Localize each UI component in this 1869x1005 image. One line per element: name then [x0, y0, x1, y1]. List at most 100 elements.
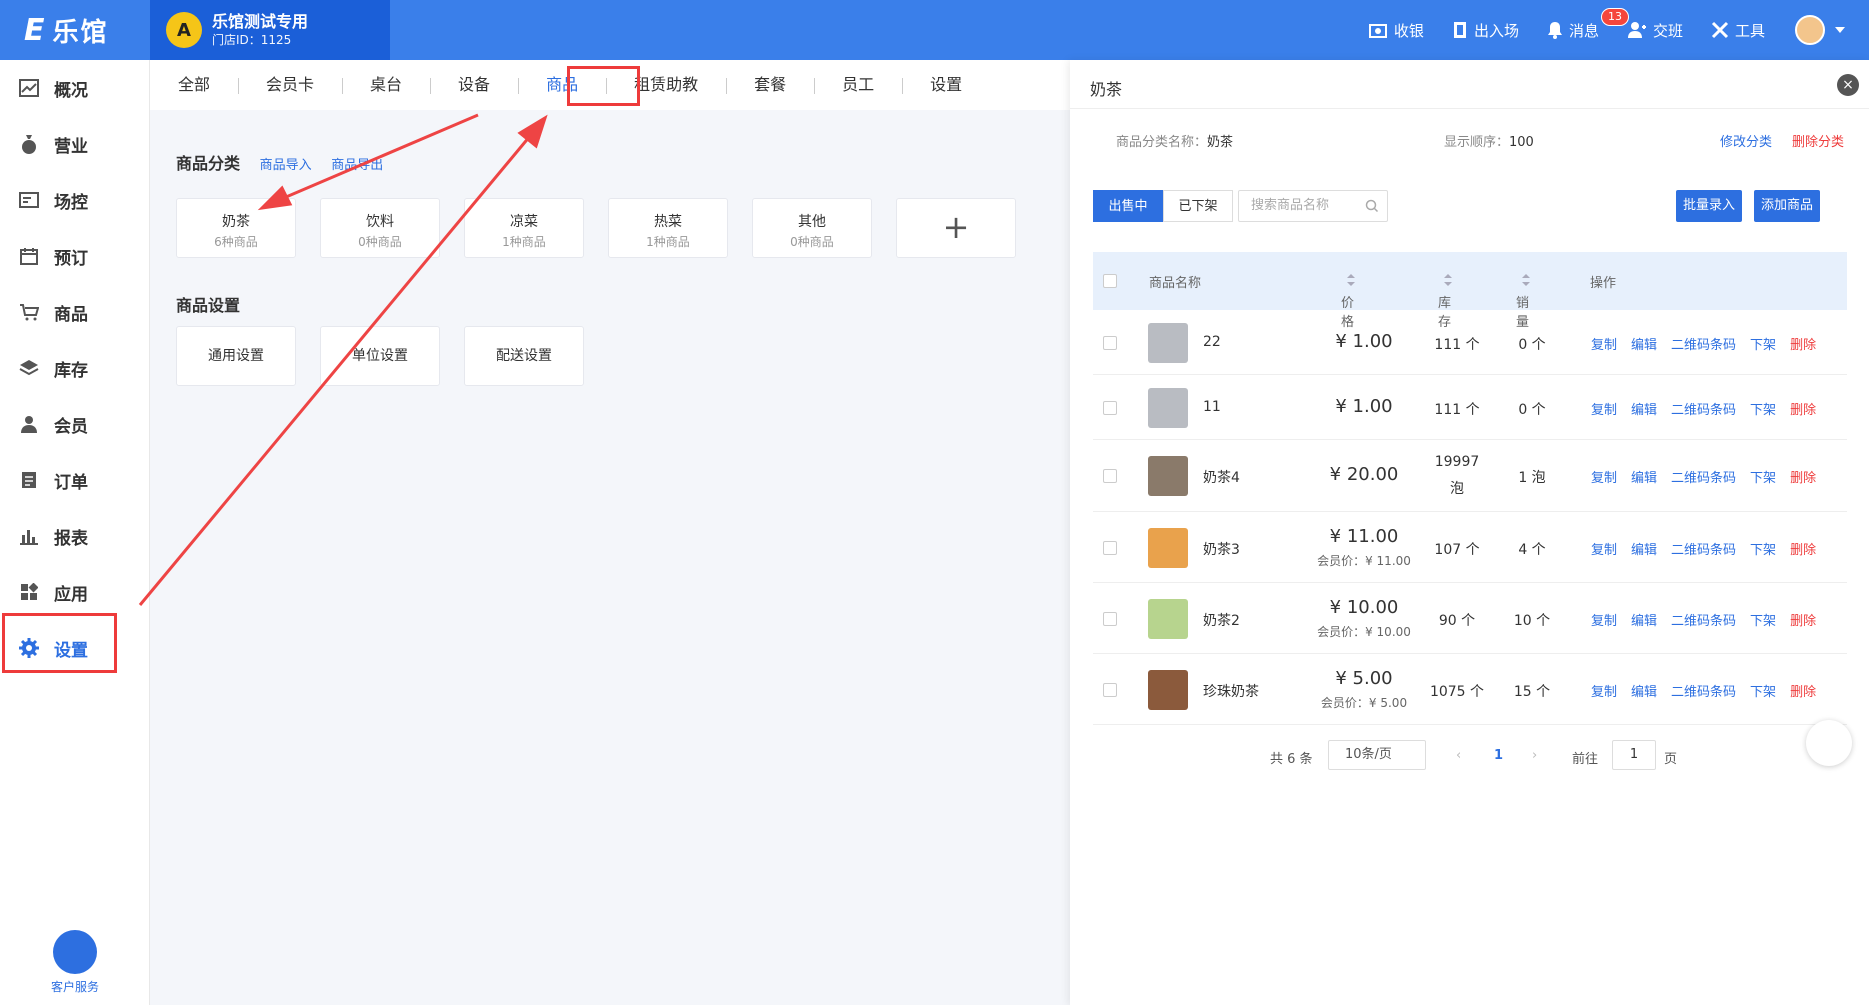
- unit-settings-card[interactable]: 单位设置: [320, 326, 440, 386]
- sidebar-item-overview[interactable]: 概况: [0, 60, 149, 116]
- off-shelf-tab[interactable]: 已下架: [1163, 190, 1233, 222]
- category-card-hot-dish[interactable]: 热菜 1种商品: [608, 198, 728, 258]
- qrcode-button[interactable]: 二维码条码: [1671, 610, 1736, 629]
- logo-text: 乐馆: [52, 17, 109, 48]
- page-size-select[interactable]: 10条/页: [1328, 740, 1426, 770]
- sidebar-item-booking[interactable]: 预订: [0, 228, 149, 284]
- general-settings-card[interactable]: 通用设置: [176, 326, 296, 386]
- tab-package[interactable]: 套餐: [726, 60, 814, 110]
- tab-staff[interactable]: 员工: [814, 60, 902, 110]
- goto-page-input[interactable]: 1: [1612, 740, 1656, 770]
- tool-entry[interactable]: 出入场: [1452, 20, 1519, 41]
- product-search-input[interactable]: 搜索商品名称: [1238, 190, 1388, 222]
- row-checkbox[interactable]: [1103, 540, 1117, 555]
- copy-button[interactable]: 复制: [1591, 399, 1617, 418]
- assistant-avatar-icon[interactable]: [1806, 720, 1852, 766]
- row-checkbox[interactable]: [1103, 469, 1117, 483]
- qrcode-button[interactable]: 二维码条码: [1671, 467, 1736, 486]
- on-sale-tab[interactable]: 出售中: [1093, 190, 1163, 222]
- copy-button[interactable]: 复制: [1591, 467, 1617, 486]
- row-checkbox[interactable]: [1103, 611, 1117, 626]
- delete-button[interactable]: 删除: [1790, 334, 1816, 353]
- sidebar-item-label: 商品: [54, 304, 88, 325]
- edit-button[interactable]: 编辑: [1631, 610, 1657, 629]
- unlist-button[interactable]: 下架: [1750, 399, 1776, 418]
- unlist-button[interactable]: 下架: [1750, 610, 1776, 629]
- tool-handover[interactable]: 交班: [1627, 20, 1683, 41]
- app-logo[interactable]: E 乐馆: [0, 0, 150, 60]
- sidebar-item-orders[interactable]: 订单: [0, 452, 149, 508]
- tool-cashier[interactable]: 收银: [1368, 20, 1424, 41]
- chevron-down-icon[interactable]: [1835, 27, 1845, 33]
- edit-category-link[interactable]: 修改分类: [1720, 131, 1772, 150]
- tab-table[interactable]: 桌台: [342, 60, 430, 110]
- delivery-settings-card[interactable]: 配送设置: [464, 326, 584, 386]
- qrcode-button[interactable]: 二维码条码: [1671, 399, 1736, 418]
- export-link[interactable]: 商品导出: [331, 158, 383, 173]
- user-avatar[interactable]: [1795, 15, 1825, 45]
- unlist-button[interactable]: 下架: [1750, 467, 1776, 486]
- sidebar-item-goods[interactable]: 商品: [0, 284, 149, 340]
- category-card-milk-tea[interactable]: 奶茶 6种商品: [176, 198, 296, 258]
- page-number[interactable]: 1: [1494, 748, 1503, 763]
- qrcode-button[interactable]: 二维码条码: [1671, 681, 1736, 700]
- batch-entry-button[interactable]: 批量录入: [1676, 190, 1742, 222]
- copy-button[interactable]: 复制: [1591, 539, 1617, 558]
- col-price[interactable]: 价格: [1341, 272, 1355, 330]
- customer-service[interactable]: 客户服务: [0, 930, 150, 995]
- copy-button[interactable]: 复制: [1591, 610, 1617, 629]
- edit-button[interactable]: 编辑: [1631, 681, 1657, 700]
- product-name: 珍珠奶茶: [1203, 683, 1259, 700]
- sidebar-item-member[interactable]: 会员: [0, 396, 149, 452]
- edit-button[interactable]: 编辑: [1631, 539, 1657, 558]
- close-icon[interactable]: ×: [1837, 74, 1859, 96]
- category-card-cold-dish[interactable]: 凉菜 1种商品: [464, 198, 584, 258]
- unlist-button[interactable]: 下架: [1750, 681, 1776, 700]
- delete-button[interactable]: 删除: [1790, 681, 1816, 700]
- sidebar-item-stock[interactable]: 库存: [0, 340, 149, 396]
- member-price: 会员价：¥ 10.00: [1317, 624, 1411, 639]
- delete-button[interactable]: 删除: [1790, 610, 1816, 629]
- tab-device[interactable]: 设备: [430, 60, 518, 110]
- add-category-button[interactable]: +: [896, 198, 1016, 258]
- qrcode-button[interactable]: 二维码条码: [1671, 334, 1736, 353]
- tab-all[interactable]: 全部: [150, 60, 238, 110]
- add-product-button[interactable]: 添加商品: [1754, 190, 1820, 222]
- unlist-button[interactable]: 下架: [1750, 334, 1776, 353]
- edit-button[interactable]: 编辑: [1631, 399, 1657, 418]
- delete-category-link[interactable]: 删除分类: [1792, 131, 1844, 150]
- store-switcher[interactable]: A 乐馆测试专用 门店ID：1125: [150, 0, 390, 60]
- category-card-other[interactable]: 其他 0种商品: [752, 198, 872, 258]
- row-checkbox[interactable]: [1103, 682, 1117, 697]
- sort-icon: [1522, 273, 1530, 286]
- edit-button[interactable]: 编辑: [1631, 467, 1657, 486]
- delete-button[interactable]: 删除: [1790, 467, 1816, 486]
- sidebar-item-reports[interactable]: 报表: [0, 508, 149, 564]
- row-checkbox[interactable]: [1103, 335, 1117, 350]
- tab-member-card[interactable]: 会员卡: [238, 60, 342, 110]
- qrcode-button[interactable]: 二维码条码: [1671, 539, 1736, 558]
- unlist-button[interactable]: 下架: [1750, 539, 1776, 558]
- col-sales[interactable]: 销量: [1516, 272, 1530, 330]
- import-link[interactable]: 商品导入: [260, 158, 312, 173]
- edit-button[interactable]: 编辑: [1631, 334, 1657, 353]
- prev-page-icon[interactable]: ‹: [1456, 748, 1461, 763]
- sidebar-item-apps[interactable]: 应用: [0, 564, 149, 620]
- tool-messages[interactable]: 消息 13: [1547, 7, 1629, 41]
- next-page-icon[interactable]: ›: [1532, 748, 1537, 763]
- chart-icon: [18, 77, 40, 99]
- col-stock[interactable]: 库存: [1438, 272, 1452, 330]
- sidebar-item-business[interactable]: 营业: [0, 116, 149, 172]
- copy-button[interactable]: 复制: [1591, 334, 1617, 353]
- layers-icon: [18, 357, 40, 379]
- sidebar-item-venue[interactable]: 场控: [0, 172, 149, 228]
- select-all-checkbox[interactable]: [1103, 274, 1117, 288]
- row-checkbox[interactable]: [1103, 400, 1117, 415]
- tab-settings[interactable]: 设置: [902, 60, 990, 110]
- copy-button[interactable]: 复制: [1591, 681, 1617, 700]
- delete-button[interactable]: 删除: [1790, 539, 1816, 558]
- tool-tools[interactable]: 工具: [1711, 20, 1765, 41]
- delete-button[interactable]: 删除: [1790, 399, 1816, 418]
- category-name-value: 奶茶: [1207, 135, 1234, 150]
- category-card-drinks[interactable]: 饮料 0种商品: [320, 198, 440, 258]
